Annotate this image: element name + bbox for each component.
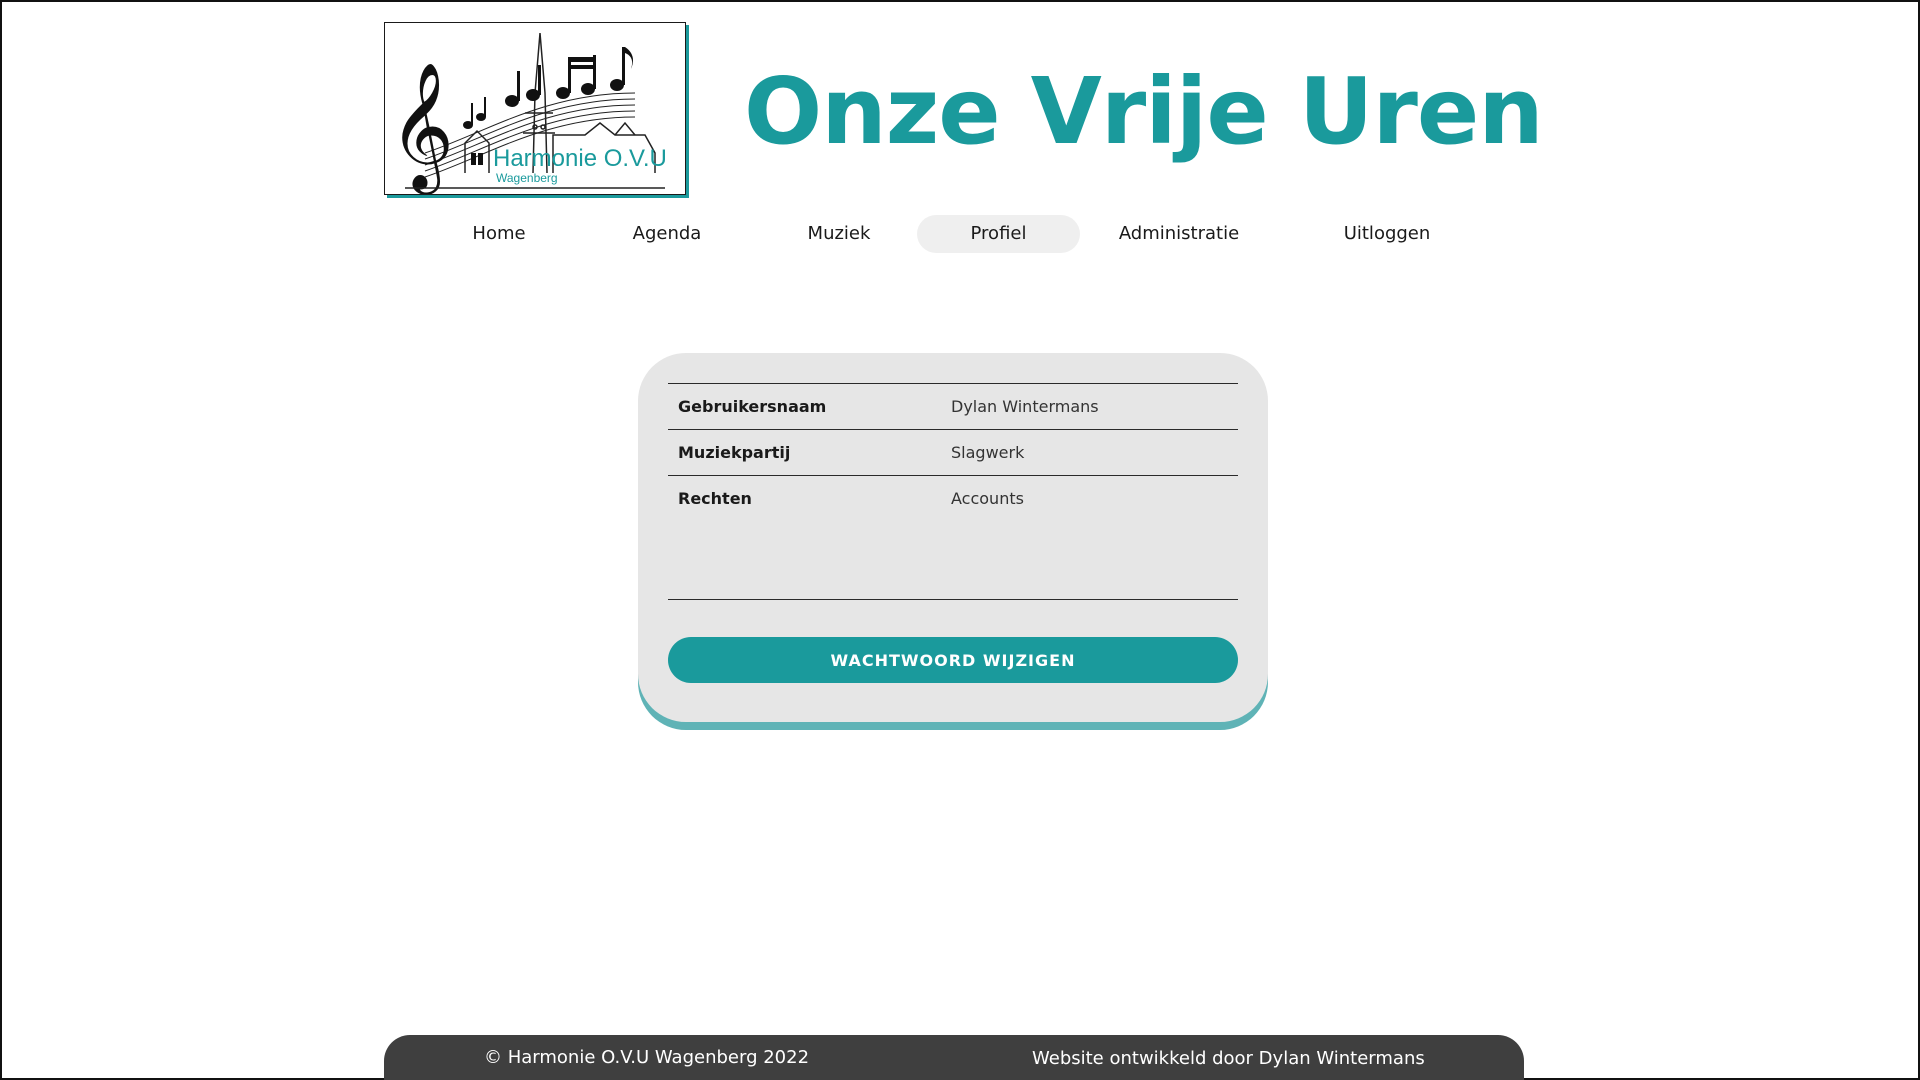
table-row: Gebruikersnaam Dylan Wintermans [668, 383, 1238, 430]
page-container: 𝄞 Harmonie O.V.U Wagenberg Onze Vrije Ur… [384, 2, 1544, 1080]
site-title: Onze Vrije Uren [744, 58, 1544, 165]
nav-item-profiel[interactable]: Profiel [917, 215, 1080, 253]
logo[interactable]: 𝄞 Harmonie O.V.U Wagenberg [384, 22, 686, 195]
profile-value-username: Dylan Wintermans [951, 397, 1099, 416]
table-row: Rechten Accounts [668, 475, 1238, 600]
table-row: Muziekpartij Slagwerk [668, 429, 1238, 476]
footer: © Harmonie O.V.U Wagenberg 2022 Website … [384, 1035, 1524, 1080]
profile-value-rights: Accounts [951, 489, 1024, 508]
change-password-button[interactable]: WACHTWOORD WIJZIGEN [668, 637, 1238, 683]
profile-key-instrument: Muziekpartij [678, 443, 791, 462]
nav-item-agenda[interactable]: Agenda [592, 215, 742, 253]
profile-key-rights: Rechten [678, 489, 752, 508]
nav-item-uitloggen[interactable]: Uitloggen [1312, 215, 1462, 253]
footer-credit: Website ontwikkeld door Dylan Wintermans [1032, 1048, 1425, 1069]
svg-text:𝄞: 𝄞 [389, 61, 454, 195]
nav-item-muziek[interactable]: Muziek [764, 215, 914, 253]
footer-copyright: © Harmonie O.V.U Wagenberg 2022 [484, 1047, 810, 1068]
nav-item-administratie[interactable]: Administratie [1104, 215, 1254, 253]
nav-item-home[interactable]: Home [424, 215, 574, 253]
profile-key-username: Gebruikersnaam [678, 397, 827, 416]
profile-value-instrument: Slagwerk [951, 443, 1025, 462]
main-nav: Home Agenda Muziek Profiel Administratie… [384, 215, 1524, 253]
logo-subtitle: Wagenberg [496, 171, 558, 185]
profile-table: Gebruikersnaam Dylan Wintermans Muziekpa… [668, 383, 1238, 600]
profile-card: Gebruikersnaam Dylan Wintermans Muziekpa… [638, 353, 1268, 722]
logo-title: Harmonie O.V.U [493, 145, 667, 172]
